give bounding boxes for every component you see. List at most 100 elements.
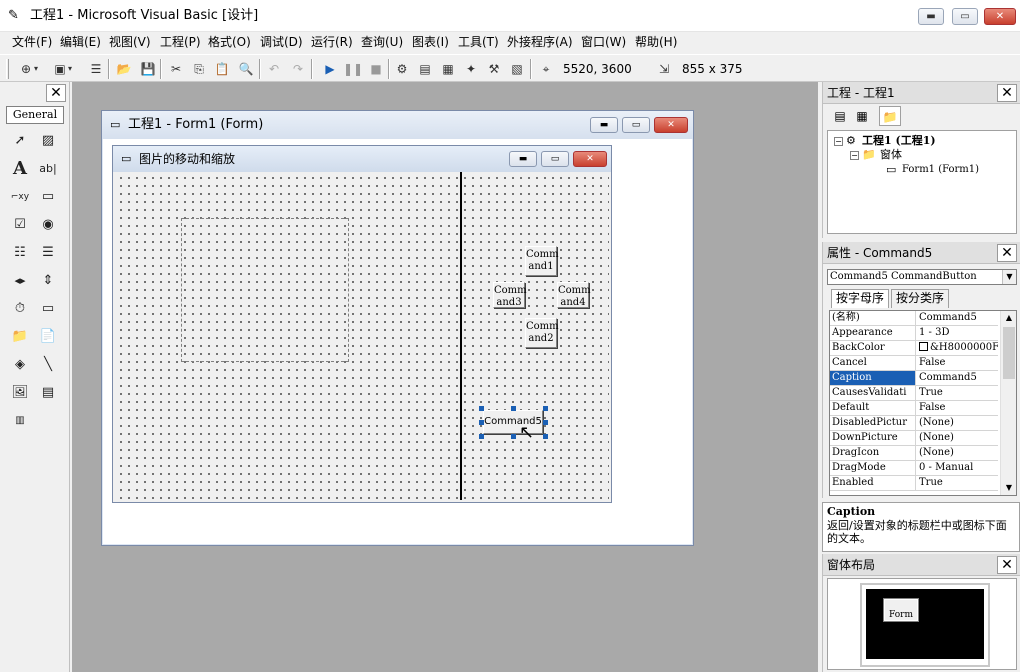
selection-handle[interactable]	[543, 420, 548, 425]
picturebox-tool-icon[interactable]: ▨	[37, 130, 59, 152]
object-selector[interactable]: Command5 CommandButton ▼	[827, 269, 1017, 285]
undo-icon[interactable]: ↶	[264, 59, 284, 79]
property-row[interactable]: Cancel False	[830, 356, 998, 371]
design-form-titlebar[interactable]: ▭ 图片的移动和缩放 ▬ ▭ ✕	[113, 146, 611, 172]
selection-handle[interactable]	[511, 434, 516, 439]
tree-collapse-icon[interactable]: −	[850, 151, 859, 160]
listbox-tool-icon[interactable]: ☰	[37, 242, 59, 264]
form-layout-icon[interactable]: ▦	[438, 59, 458, 79]
redo-icon[interactable]: ↷	[288, 59, 308, 79]
data-tool-icon[interactable]: ▤	[37, 382, 59, 404]
dirlistbox-tool-icon[interactable]: 📁	[9, 326, 31, 348]
line-tool-icon[interactable]: ╲	[37, 354, 59, 376]
scroll-down-icon[interactable]: ▼	[1001, 481, 1016, 495]
property-row[interactable]: Default False	[830, 401, 998, 416]
menu-view[interactable]: 视图(V)	[109, 34, 151, 50]
property-row[interactable]: DownPicture (None)	[830, 431, 998, 446]
project-explorer-close-button[interactable]: ✕	[997, 84, 1017, 102]
timer-tool-icon[interactable]: ⏱	[9, 298, 31, 320]
find-icon[interactable]: 🔍	[236, 59, 256, 79]
project-explorer-titlebar[interactable]: 工程 - 工程1 ✕	[823, 82, 1020, 104]
selection-handle[interactable]	[543, 406, 548, 411]
data-view-icon[interactable]: ▧	[507, 59, 527, 79]
form-canvas[interactable]: Comm and1 Comm and3 Comm and4 Comm and2 …	[115, 172, 609, 500]
close-button[interactable]: ✕	[984, 8, 1016, 25]
menu-help[interactable]: 帮助(H)	[635, 34, 677, 50]
toolbox-icon[interactable]: ⚒	[484, 59, 504, 79]
cut-icon[interactable]: ✂	[166, 59, 186, 79]
tab-alphabetic[interactable]: 按字母序	[831, 289, 890, 308]
menu-query[interactable]: 查询(U)	[361, 34, 403, 50]
menu-window[interactable]: 窗口(W)	[581, 34, 626, 50]
pointer-tool-icon[interactable]: ➚	[9, 130, 31, 152]
form-designer-close-button[interactable]: ✕	[654, 117, 688, 133]
selection-handle[interactable]	[479, 406, 484, 411]
vscrollbar-tool-icon[interactable]: ⇕	[37, 270, 59, 292]
minimize-button[interactable]: ▬	[918, 8, 944, 25]
menu-project[interactable]: 工程(P)	[160, 34, 201, 50]
selection-handle[interactable]	[511, 406, 516, 411]
form-designer-minimize-button[interactable]: ▬	[590, 117, 618, 133]
label-tool-icon[interactable]: A	[9, 158, 31, 180]
filelistbox-tool-icon[interactable]: 📄	[37, 326, 59, 348]
project-explorer-icon[interactable]: ⚙	[392, 59, 412, 79]
textbox-tool-icon[interactable]: ab|	[37, 158, 59, 180]
design-form-maximize-button[interactable]: ▭	[541, 151, 569, 167]
menu-edit[interactable]: 编辑(E)	[60, 34, 101, 50]
toolbox-general-tab[interactable]: General	[6, 106, 64, 124]
command2-button[interactable]: Comm and2	[525, 318, 559, 348]
menu-editor-icon[interactable]: ☰	[86, 59, 106, 79]
toolbox-close-button[interactable]: ✕	[46, 84, 66, 102]
scroll-up-icon[interactable]: ▲	[1001, 311, 1016, 325]
chevron-down-icon[interactable]: ▾	[30, 59, 42, 79]
property-grid-scrollbar[interactable]: ▲ ▼	[1000, 311, 1016, 495]
save-icon[interactable]: 💾	[138, 59, 158, 79]
property-row[interactable]: Appearance 1 - 3D	[830, 326, 998, 341]
hscrollbar-tool-icon[interactable]: ◂▸	[9, 270, 31, 292]
chevron-down-icon[interactable]: ▼	[1002, 270, 1016, 284]
toggle-folders-icon[interactable]: 📁	[879, 106, 901, 126]
command3-button[interactable]: Comm and3	[493, 282, 527, 308]
object-browser-icon[interactable]: ✦	[461, 59, 481, 79]
menu-debug[interactable]: 调试(D)	[260, 34, 303, 50]
tree-node-form1[interactable]: Form1 (Form1)	[902, 163, 979, 177]
run-icon[interactable]: ▶	[320, 59, 340, 79]
menu-diagram[interactable]: 图表(I)	[412, 34, 449, 50]
image-tool-icon[interactable]: 🖼	[9, 382, 31, 404]
property-row[interactable]: CausesValidati True	[830, 386, 998, 401]
view-object-icon[interactable]: ▦	[851, 106, 873, 126]
properties-titlebar[interactable]: 属性 - Command5 ✕	[823, 242, 1020, 264]
form-designer-titlebar[interactable]: ▭ 工程1 - Form1 (Form) ▬ ▭ ✕	[102, 111, 693, 139]
properties-close-button[interactable]: ✕	[997, 244, 1017, 262]
frame-tool-icon[interactable]: ⌐xy	[9, 186, 31, 208]
menu-run[interactable]: 运行(R)	[311, 34, 353, 50]
paste-icon[interactable]: 📋	[212, 59, 232, 79]
tree-node-forms-folder[interactable]: 窗体	[880, 148, 902, 162]
form-layout-titlebar[interactable]: 窗体布局 ✕	[823, 554, 1020, 576]
tab-categorized[interactable]: 按分类序	[891, 289, 950, 308]
property-row-selected[interactable]: Caption Command5	[830, 371, 998, 386]
menu-file[interactable]: 文件(F)	[12, 34, 52, 50]
drivelistbox-tool-icon[interactable]: ▭	[37, 298, 59, 320]
design-form-close-button[interactable]: ✕	[573, 151, 607, 167]
command4-button[interactable]: Comm and4	[557, 282, 591, 308]
mini-form-preview[interactable]: Form	[883, 598, 919, 622]
property-row[interactable]: Enabled True	[830, 476, 998, 491]
divider-line[interactable]	[460, 172, 462, 500]
tree-collapse-icon[interactable]: −	[834, 137, 843, 146]
checkbox-tool-icon[interactable]: ☑	[9, 214, 31, 236]
view-code-icon[interactable]: ▤	[829, 106, 851, 126]
property-row[interactable]: DragIcon (None)	[830, 446, 998, 461]
menu-tools[interactable]: 工具(T)	[458, 34, 499, 50]
copy-icon[interactable]: ⎘	[189, 59, 209, 79]
toolbar-grip[interactable]	[6, 59, 9, 79]
property-row[interactable]: BackColor&H8000000F&	[830, 341, 998, 356]
commandbutton-tool-icon[interactable]: ▭	[37, 186, 59, 208]
ole-tool-icon[interactable]: ▥	[9, 410, 31, 432]
property-row[interactable]: DisabledPictur (None)	[830, 416, 998, 431]
property-row[interactable]: DragMode 0 - Manual	[830, 461, 998, 476]
properties-window-icon[interactable]: ▤	[415, 59, 435, 79]
form-layout-close-button[interactable]: ✕	[997, 556, 1017, 574]
image-control[interactable]	[181, 218, 349, 362]
selection-handle[interactable]	[543, 434, 548, 439]
